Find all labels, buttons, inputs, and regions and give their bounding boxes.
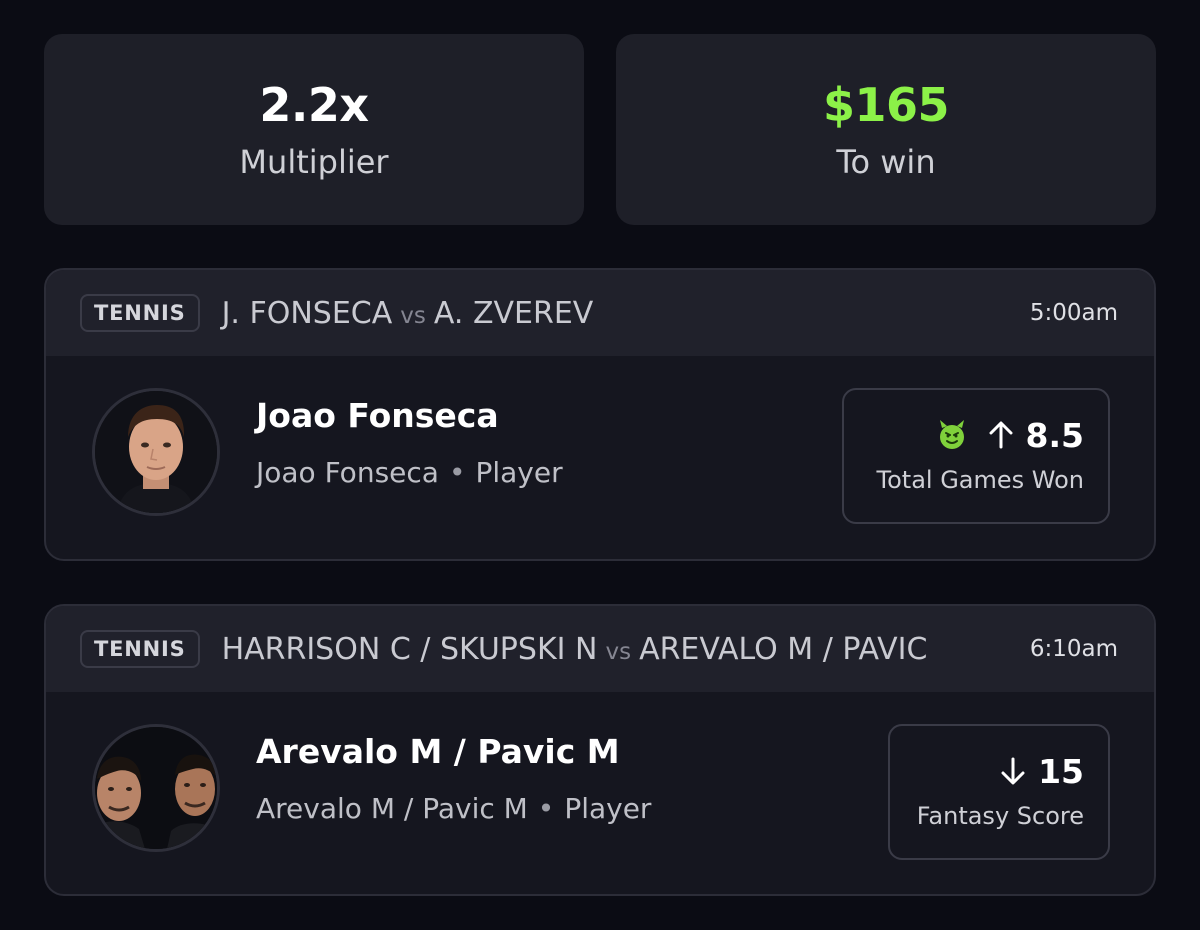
pick-body: Joao Fonseca Joao Fonseca • Player 8.5 T… [46,356,1154,559]
game-time: 5:00am [1029,300,1118,326]
player-role: Player [475,456,563,489]
arrow-down-icon [1000,757,1026,785]
game-time: 6:10am [1029,636,1118,662]
sport-badge: TENNIS [80,294,200,332]
projection-button[interactable]: 15 Fantasy Score [888,724,1110,860]
pick-body: Arevalo M / Pavic M Arevalo M / Pavic M •… [46,692,1154,894]
line-value: 8.5 [1025,415,1084,455]
multiplier-label: Multiplier [239,142,389,181]
player-avatar [92,388,220,516]
to-win-label: To win [836,142,936,181]
player-subtitle: Arevalo M / Pavic M • Player [256,792,651,825]
player-detail: Arevalo M / Pavic M [256,792,528,825]
sport-badge: TENNIS [80,630,200,668]
matchup: HARRISON C / SKUPSKI N vs AREVALO M / PA… [222,632,928,667]
multiplier-card: 2.2x Multiplier [44,34,584,225]
pick-card[interactable]: TENNIS HARRISON C / SKUPSKI N vs AREVALO… [44,604,1156,896]
to-win-value: $165 [822,77,950,132]
team-b: A. ZVEREV [433,295,594,331]
vs-label: vs [605,638,632,665]
projection-line: 15 [1000,755,1084,788]
team-a: HARRISON C / SKUPSKI N [221,631,598,667]
separator-dot: • [537,792,555,825]
separator-dot: • [448,456,466,489]
line-value: 15 [1038,751,1084,791]
pick-header: TENNIS J. FONSECA vs A. ZVEREV 5:00am [46,270,1154,356]
team-b: AREVALO M / PAVIC [639,631,928,667]
green-demon-icon [938,420,966,450]
pick-header: TENNIS HARRISON C / SKUPSKI N vs AREVALO… [46,606,1154,692]
team-a: J. FONSECA [221,295,393,331]
player-detail: Joao Fonseca [256,456,439,489]
matchup: J. FONSECA vs A. ZVEREV [222,296,594,331]
multiplier-value: 2.2x [259,77,369,132]
to-win-card: $165 To win [616,34,1156,225]
stat-type: Fantasy Score [916,801,1084,830]
projection-button[interactable]: 8.5 Total Games Won [842,388,1110,524]
player-name: Joao Fonseca [256,396,499,435]
player-avatar [92,724,220,852]
arrow-up-icon [988,421,1014,449]
player-name: Arevalo M / Pavic M [256,732,620,771]
stat-type: Total Games Won [876,465,1084,494]
pick-card[interactable]: TENNIS J. FONSECA vs A. ZVEREV 5:00am Jo… [44,268,1156,561]
projection-line: 8.5 [938,419,1084,452]
vs-label: vs [400,302,426,329]
player-role: Player [564,792,652,825]
player-subtitle: Joao Fonseca • Player [256,456,563,489]
